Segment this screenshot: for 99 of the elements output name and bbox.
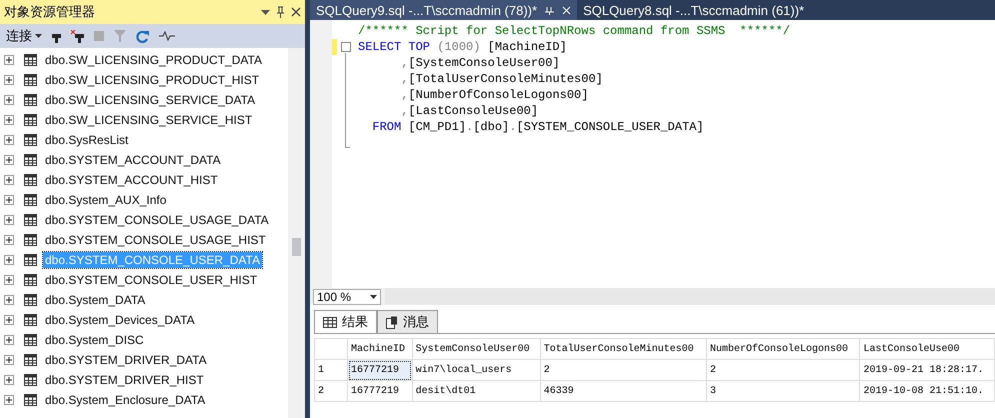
- expand-icon[interactable]: [4, 235, 14, 245]
- caret-icon: [370, 294, 377, 298]
- expand-icon[interactable]: [4, 135, 14, 145]
- table-cell: 2: [540, 360, 706, 380]
- pin-icon[interactable]: [276, 6, 285, 18]
- table-icon: [24, 274, 37, 286]
- close-icon: [562, 6, 572, 14]
- expand-icon[interactable]: [4, 55, 14, 65]
- document-icon: [386, 316, 398, 328]
- tree-item[interactable]: dbo.System_Devices_DATA: [43, 312, 197, 328]
- caret-icon: [35, 34, 42, 38]
- table-cell: 2: [706, 360, 860, 380]
- scrollbar[interactable]: [288, 48, 305, 418]
- table-cell: win7\local_users: [412, 360, 540, 380]
- expand-icon[interactable]: [4, 115, 14, 125]
- expand-icon[interactable]: [4, 355, 14, 365]
- expand-icon[interactable]: [4, 175, 14, 185]
- table-icon: [24, 54, 37, 66]
- code-line: SELECT TOP (1000) [MachineID]: [338, 39, 995, 55]
- code-line: ,[NumberOfConsoleLogons00]: [400, 87, 590, 103]
- code-editor[interactable]: [310, 20, 995, 288]
- dropdown-icon[interactable]: [261, 10, 270, 14]
- tree-item[interactable]: dbo.SYSTEM_DRIVER_DATA: [43, 352, 209, 368]
- expand-icon[interactable]: [4, 95, 14, 105]
- table-cell: 16777219: [348, 380, 412, 402]
- expand-icon[interactable]: [4, 215, 14, 225]
- close-icon[interactable]: [291, 7, 301, 17]
- tree-item[interactable]: dbo.SYSTEM_CONSOLE_USER_HIST: [43, 272, 260, 288]
- table-icon: [24, 74, 37, 86]
- row-number: 2: [314, 380, 348, 402]
- code-line: ,[SystemConsoleUser00]: [400, 55, 561, 71]
- tree-item[interactable]: dbo.SW_LICENSING_PRODUCT_HIST: [43, 72, 262, 88]
- expand-icon[interactable]: [4, 335, 14, 345]
- table-icon: [24, 194, 37, 206]
- table-icon: [24, 154, 37, 166]
- code-line: ,[LastConsoleUse00]: [400, 103, 540, 119]
- collapse-icon[interactable]: [341, 42, 351, 52]
- zoom-dropdown[interactable]: 100 %: [313, 288, 381, 304]
- column-header[interactable]: TotalUserConsoleMinutes00: [540, 338, 706, 360]
- tree-item[interactable]: dbo.SW_LICENSING_SERVICE_DATA: [43, 92, 258, 108]
- tree-item[interactable]: dbo.SW_LICENSING_PRODUCT_DATA: [43, 52, 264, 68]
- table-icon: [24, 394, 37, 406]
- activity-icon[interactable]: [159, 31, 175, 41]
- code-line: ,[TotalUserConsoleMinutes00]: [400, 71, 604, 87]
- column-header[interactable]: SystemConsoleUser00: [412, 338, 540, 360]
- table-icon: [24, 94, 37, 106]
- tree-item[interactable]: dbo.SYSTEM_CONSOLE_USAGE_DATA: [43, 212, 271, 228]
- results-tab[interactable]: 结果: [314, 310, 377, 333]
- disconnect-icon[interactable]: [71, 30, 84, 42]
- table-icon: [24, 134, 37, 146]
- panel-title: 对象资源管理器: [4, 3, 96, 21]
- table-icon: [24, 254, 37, 266]
- tree-item[interactable]: dbo.SysResList: [43, 132, 130, 148]
- expand-icon[interactable]: [4, 315, 14, 325]
- tree-item[interactable]: dbo.SW_LICENSING_SERVICE_HIST: [43, 112, 254, 128]
- expand-icon[interactable]: [4, 255, 14, 265]
- table-icon: [24, 234, 37, 246]
- expand-icon[interactable]: [4, 275, 14, 285]
- expand-icon[interactable]: [4, 375, 14, 385]
- results-tab[interactable]: 消息: [377, 310, 438, 333]
- table-icon: [24, 354, 37, 366]
- table-icon: [24, 334, 37, 346]
- table-icon: [24, 214, 37, 226]
- tree-item[interactable]: dbo.SYSTEM_CONSOLE_USAGE_HIST: [43, 232, 268, 248]
- column-header[interactable]: MachineID: [348, 338, 412, 360]
- table-cell: 2019-09-21 18:28:17.: [860, 360, 994, 380]
- tree-item[interactable]: dbo.System_AUX_Info: [43, 192, 168, 208]
- table-icon: [24, 174, 37, 186]
- table-icon: [24, 374, 37, 386]
- tree-item[interactable]: dbo.SYSTEM_DRIVER_HIST: [43, 372, 206, 388]
- change-marker: [332, 39, 337, 55]
- column-header[interactable]: NumberOfConsoleLogons00: [706, 338, 860, 360]
- expand-icon[interactable]: [4, 155, 14, 165]
- code-line: FROM [CM_PD1].[dbo].[SYSTEM_CONSOLE_USER_DATA]: [371, 119, 705, 135]
- table-cell: desit\dt01: [412, 380, 540, 402]
- table-cell: 2019-10-08 21:51:10.: [860, 380, 994, 402]
- table-icon: [24, 294, 37, 306]
- tree-item[interactable]: dbo.SYSTEM_ACCOUNT_DATA: [43, 152, 223, 168]
- table-icon: [24, 114, 37, 126]
- tree-item[interactable]: dbo.System_DISC: [43, 332, 146, 348]
- table-cell: 16777219: [348, 360, 412, 380]
- document-tab[interactable]: SQLQuery8.sql -...T\sccmadmin (61))*: [577, 0, 810, 20]
- refresh-icon[interactable]: [136, 30, 149, 42]
- column-header[interactable]: LastConsoleUse00: [860, 338, 994, 360]
- table-cell: 3: [706, 380, 860, 402]
- code-line: /****** Script for SelectTopNRows command from SSMS ******/: [357, 23, 792, 39]
- table-icon: [24, 314, 37, 326]
- expand-icon[interactable]: [4, 195, 14, 205]
- tree-item[interactable]: dbo.SYSTEM_ACCOUNT_HIST: [43, 172, 220, 188]
- tree-item[interactable]: dbo.System_DATA: [43, 292, 148, 308]
- expand-icon[interactable]: [4, 395, 14, 405]
- pin-icon: [545, 6, 554, 14]
- tree-item[interactable]: dbo.System_Enclosure_DATA: [43, 392, 208, 408]
- expand-icon[interactable]: [4, 295, 14, 305]
- grid-icon: [323, 316, 337, 328]
- expand-icon[interactable]: [4, 75, 14, 85]
- connect-button[interactable]: 连接: [6, 27, 42, 45]
- table-cell: 46339: [540, 380, 706, 402]
- document-tab[interactable]: SQLQuery9.sql -...T\sccmadmin (78))*: [310, 0, 578, 20]
